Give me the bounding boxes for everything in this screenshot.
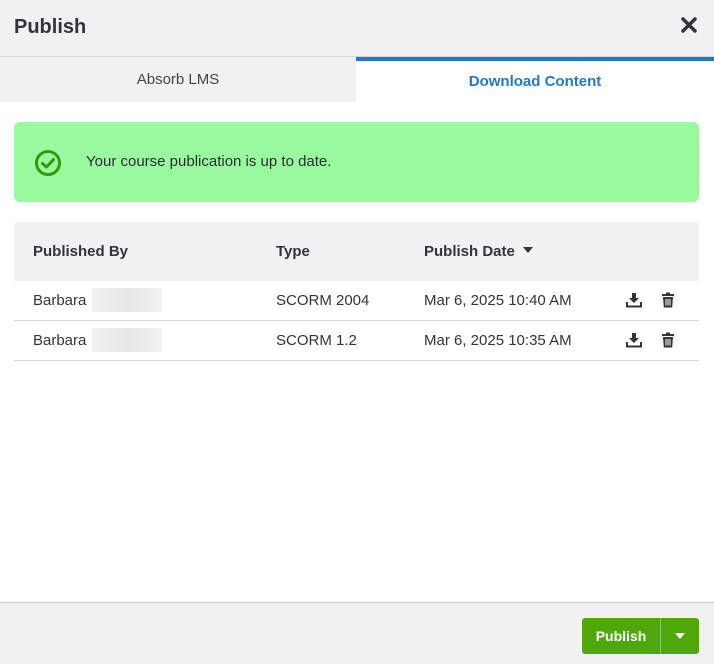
download-icon[interactable]: [626, 292, 642, 308]
published-by-cell: Barbara: [33, 332, 87, 349]
column-header-type: Type: [276, 243, 310, 260]
publish-button[interactable]: Publish: [582, 618, 661, 654]
trash-icon[interactable]: [660, 332, 676, 348]
type-cell: SCORM 1.2: [276, 332, 357, 349]
download-icon[interactable]: [626, 332, 642, 348]
redacted-name: [92, 288, 162, 312]
alert-message: Your course publication is up to date.: [86, 153, 332, 170]
publish-split-button: Publish: [582, 618, 699, 654]
status-alert: Your course publication is up to date.: [14, 122, 699, 202]
dialog-footer: Publish: [0, 602, 714, 664]
tab-absorb-lms[interactable]: Absorb LMS: [0, 57, 356, 102]
trash-icon[interactable]: [660, 292, 676, 308]
column-header-publish-date[interactable]: Publish Date: [424, 243, 533, 260]
redacted-name: [92, 328, 162, 352]
dialog-title: Publish: [14, 16, 87, 38]
dialog-header: Publish: [0, 0, 714, 57]
publish-date-cell: Mar 6, 2025 10:35 AM: [424, 332, 572, 349]
column-header-published-by: Published By: [33, 243, 129, 260]
table-row: Barbara SCORM 2004 Mar 6, 2025 10:40 AM: [14, 281, 699, 321]
table-row: Barbara SCORM 1.2 Mar 6, 2025 10:35 AM: [14, 321, 699, 361]
publish-date-cell: Mar 6, 2025 10:40 AM: [424, 292, 572, 309]
type-cell: SCORM 2004: [276, 292, 370, 309]
tab-bar: Absorb LMS Download Content: [0, 57, 714, 102]
check-circle-icon: [35, 150, 61, 176]
chevron-down-icon: [675, 633, 685, 639]
tab-download-content[interactable]: Download Content: [356, 57, 714, 102]
published-by-cell: Barbara: [33, 292, 87, 309]
publish-date-label: Publish Date: [424, 243, 515, 260]
table-header: Published By Type Publish Date: [14, 222, 699, 281]
publish-options-button[interactable]: [661, 618, 699, 654]
sort-desc-icon[interactable]: [522, 247, 533, 254]
close-icon[interactable]: [680, 16, 698, 34]
publications-table: Published By Type Publish Date Barbara S…: [14, 222, 699, 361]
